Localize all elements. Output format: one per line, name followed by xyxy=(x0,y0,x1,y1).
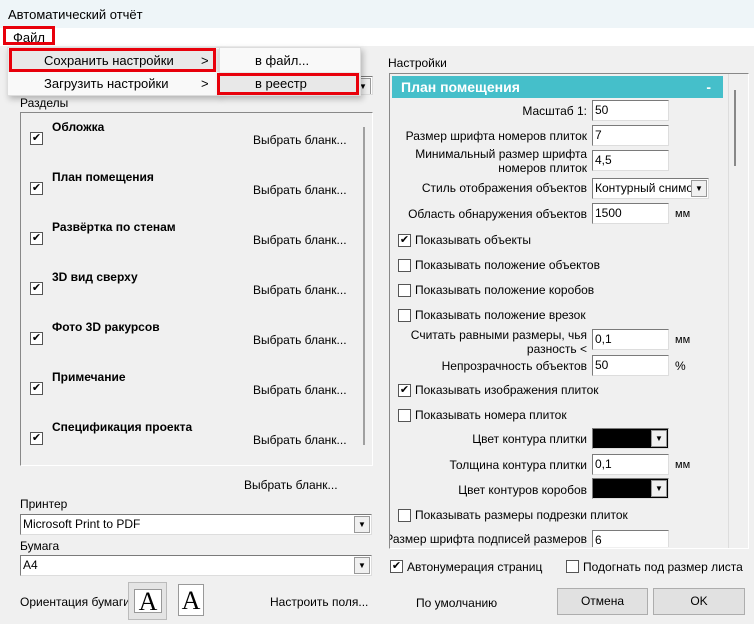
printer-label: Принтер xyxy=(20,497,68,511)
window-title: Автоматический отчёт xyxy=(8,7,143,22)
settings-label: Настройки xyxy=(388,56,447,70)
pick-template-link[interactable]: Выбрать бланк... xyxy=(253,233,347,247)
title-bar: Автоматический отчёт xyxy=(0,0,754,28)
section-checkbox[interactable]: ✔ xyxy=(30,382,43,395)
panel-header[interactable]: План помещения - xyxy=(392,76,723,98)
section-checkbox[interactable]: ✔ xyxy=(30,282,43,295)
section-title: Спецификация проекта xyxy=(52,420,193,434)
autonumbering-checkbox[interactable]: ✔ xyxy=(390,560,403,573)
chevron-right-icon: > xyxy=(201,76,209,91)
section-title: Примечание xyxy=(52,370,126,384)
submenu-label: в реестр xyxy=(255,76,307,91)
menu-bar: Файл xyxy=(0,28,754,46)
pick-template-link[interactable]: Выбрать бланк... xyxy=(253,333,347,347)
section-checkbox[interactable]: ✔ xyxy=(30,232,43,245)
printer-select[interactable]: Microsoft Print to PDF ▼ xyxy=(20,514,372,535)
submenu-to-registry[interactable]: в реестр xyxy=(220,72,360,95)
paper-select[interactable]: A4 ▼ xyxy=(20,555,372,576)
section-title: Обложка xyxy=(52,120,105,134)
landscape-page-icon: A xyxy=(134,589,162,615)
chevron-down-icon[interactable]: ▼ xyxy=(354,557,370,574)
file-menu: Сохранить настройки > Загрузить настройк… xyxy=(7,47,220,96)
chevron-right-icon: > xyxy=(201,53,209,68)
save-submenu: в файл... в реестр xyxy=(219,47,361,96)
menu-item-save-settings[interactable]: Сохранить настройки > xyxy=(8,49,219,72)
submenu-to-file[interactable]: в файл... xyxy=(220,49,360,72)
fit-page-checkbox[interactable] xyxy=(566,560,579,573)
section-checkbox[interactable]: ✔ xyxy=(30,332,43,345)
paper-value: A4 xyxy=(23,558,38,572)
fit-page-label: Подогнать под размер листа xyxy=(583,560,743,574)
orientation-label: Ориентация бумаги xyxy=(20,595,130,609)
cancel-button[interactable]: Отмена xyxy=(557,588,648,615)
pick-template-link[interactable]: Выбрать бланк... xyxy=(253,133,347,147)
menu-item-label: Загрузить настройки xyxy=(44,76,169,91)
paper-label: Бумага xyxy=(20,539,60,553)
orientation-landscape-button[interactable]: A xyxy=(128,582,167,620)
collapse-icon[interactable]: - xyxy=(706,76,711,98)
margins-link[interactable]: Настроить поля... xyxy=(270,595,368,609)
scrollbar-thumb[interactable] xyxy=(734,90,736,166)
pick-template-link[interactable]: Выбрать бланк... xyxy=(253,433,347,447)
menu-item-label: Сохранить настройки xyxy=(44,53,174,68)
chevron-down-icon[interactable]: ▼ xyxy=(354,516,370,533)
pick-template-all[interactable]: Выбрать бланк... xyxy=(244,478,338,492)
settings-scrollbar[interactable] xyxy=(728,74,748,548)
pick-template-link[interactable]: Выбрать бланк... xyxy=(253,283,347,297)
submenu-label: в файл... xyxy=(255,53,310,68)
section-checkbox[interactable]: ✔ xyxy=(30,132,43,145)
section-title: 3D вид сверху xyxy=(52,270,138,284)
menu-file[interactable]: Файл xyxy=(13,30,45,45)
settings-panel: План помещения - xyxy=(389,73,749,549)
sections-label: Разделы xyxy=(20,96,69,110)
section-title: Развёртка по стенам xyxy=(52,220,176,234)
section-checkbox[interactable]: ✔ xyxy=(30,182,43,195)
section-title: План помещения xyxy=(52,170,154,184)
ok-button[interactable]: OK xyxy=(653,588,745,615)
pick-template-link[interactable]: Выбрать бланк... xyxy=(253,383,347,397)
printer-value: Microsoft Print to PDF xyxy=(23,517,141,531)
scrollbar[interactable] xyxy=(363,127,365,445)
section-checkbox[interactable]: ✔ xyxy=(30,432,43,445)
menu-item-load-settings[interactable]: Загрузить настройки > xyxy=(8,72,219,95)
section-title: Фото 3D ракурсов xyxy=(52,320,160,334)
portrait-page-icon: A xyxy=(178,584,204,616)
pick-template-link[interactable]: Выбрать бланк... xyxy=(253,183,347,197)
orientation-portrait-button[interactable]: A xyxy=(178,584,206,618)
autonumbering-label: Автонумерация страниц xyxy=(407,560,543,574)
panel-title: План помещения xyxy=(401,79,520,95)
default-button[interactable]: По умолчанию xyxy=(416,596,497,610)
